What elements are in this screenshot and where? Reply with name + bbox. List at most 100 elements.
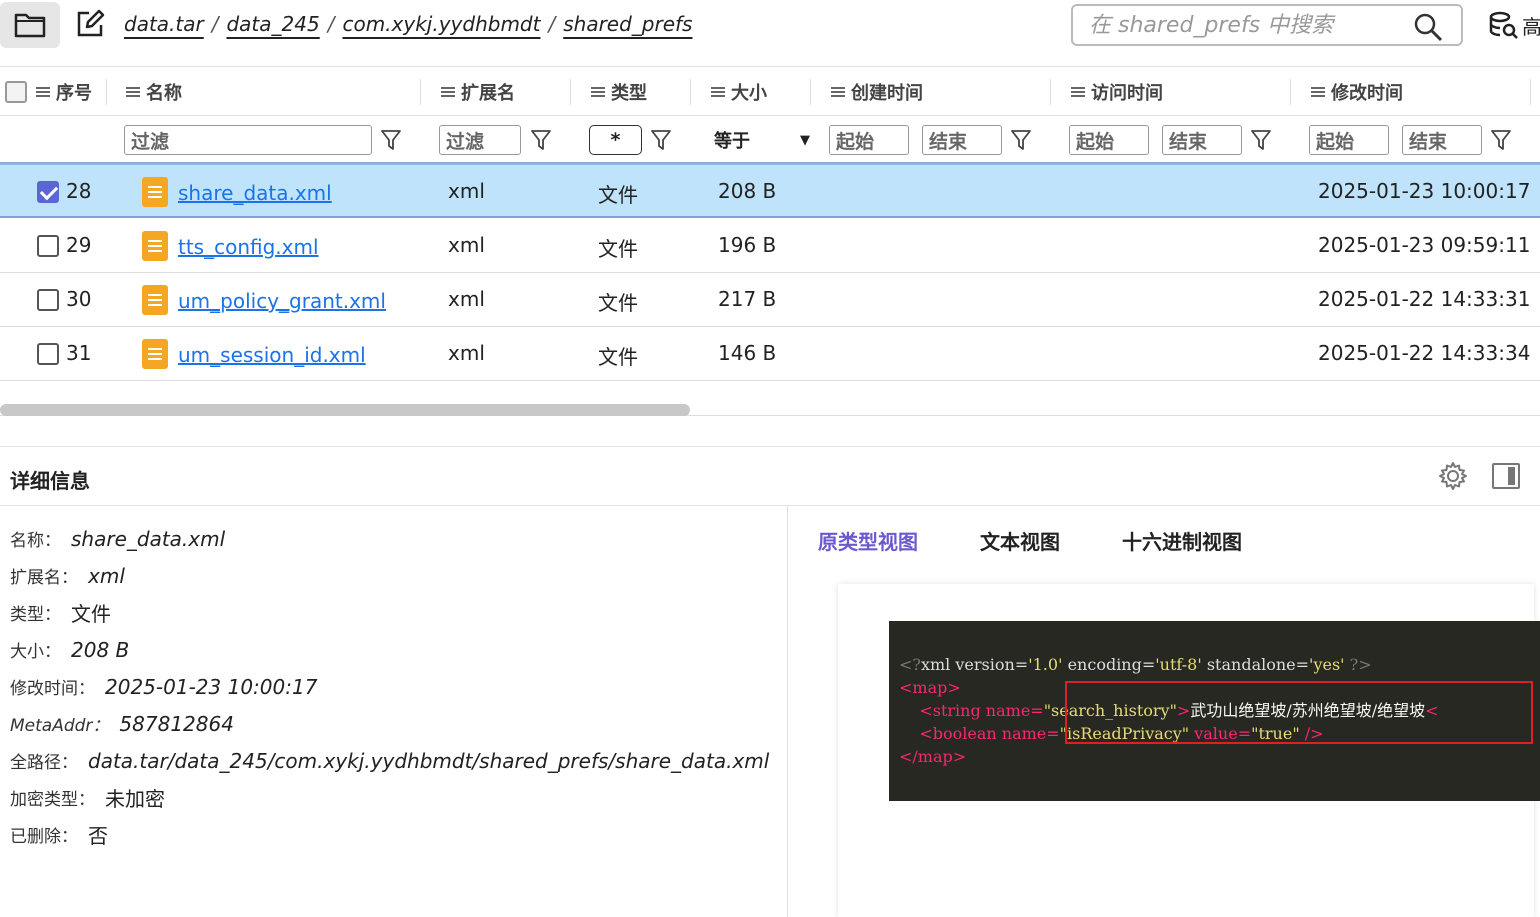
dropdown-arrow-icon: ▼	[800, 132, 810, 148]
tab-hex-view[interactable]: 十六进制视图	[1122, 526, 1242, 555]
column-header-created[interactable]: 创建时间	[831, 67, 923, 117]
toolbar: data.tar / data_245 / com.xykj.yydhbmdt …	[0, 0, 1540, 52]
list-icon	[36, 86, 50, 98]
row-index: 31	[66, 341, 92, 365]
list-icon	[441, 86, 455, 98]
column-header-type[interactable]: 类型	[591, 67, 647, 117]
filter-icon[interactable]	[380, 128, 402, 152]
horizontal-scrollbar[interactable]	[0, 398, 1540, 416]
column-header-modified[interactable]: 修改时间	[1311, 67, 1403, 117]
row-size: 217 B	[718, 287, 777, 311]
tab-text-view[interactable]: 文本视图	[980, 526, 1060, 555]
search-box	[1071, 4, 1463, 46]
breadcrumb-item[interactable]: data.tar	[124, 12, 204, 36]
created-start-input[interactable]: 起始	[829, 125, 909, 155]
name-filter-input[interactable]: 过滤	[124, 125, 372, 155]
column-header-accessed[interactable]: 访问时间	[1071, 67, 1163, 117]
row-checkbox[interactable]	[37, 235, 59, 257]
row-checkbox[interactable]	[37, 289, 59, 311]
column-header-name[interactable]: 名称	[126, 67, 182, 117]
folder-button[interactable]	[0, 2, 60, 48]
row-size: 208 B	[718, 179, 777, 203]
list-icon	[591, 86, 605, 98]
row-modified: 2025-01-22 14:33:34	[1318, 341, 1531, 365]
tab-raw-view[interactable]: 原类型视图	[818, 526, 918, 555]
document-icon	[142, 231, 168, 261]
ext-filter-input[interactable]: 过滤	[439, 125, 521, 155]
row-checkbox[interactable]	[37, 181, 59, 203]
select-all-checkbox[interactable]	[5, 81, 27, 103]
file-name-link[interactable]: tts_config.xml	[178, 235, 319, 259]
breadcrumb: data.tar / data_245 / com.xykj.yydhbmdt …	[124, 12, 693, 36]
breadcrumb-item[interactable]: shared_prefs	[563, 12, 692, 36]
filter-icon[interactable]	[1010, 128, 1032, 152]
property-row: MetaAddr： 587812864	[10, 711, 234, 737]
search-icon[interactable]	[1413, 12, 1443, 42]
filter-icon[interactable]	[650, 128, 672, 152]
table-row[interactable]: 31 um_session_id.xml xml 文件 146 B 2025-0…	[0, 327, 1540, 381]
property-row: 修改时间： 2025-01-23 10:00:17	[10, 674, 318, 700]
table-row[interactable]: 28 share_data.xml xml 文件 208 B 2025-01-2…	[0, 164, 1540, 218]
column-header-ext[interactable]: 扩展名	[441, 67, 515, 117]
property-row: 加密类型： 未加密	[10, 787, 165, 811]
advanced-search-label: 高	[1522, 14, 1540, 39]
row-index: 28	[66, 179, 92, 203]
property-row: 类型： 文件	[10, 602, 111, 626]
type-filter-input[interactable]: *	[589, 125, 642, 155]
table-header: 序号 名称 扩展名 类型 大小 创建时间 访问时间 修改时间	[0, 66, 1540, 116]
row-index: 30	[66, 287, 92, 311]
highlight-box	[1065, 681, 1533, 744]
list-icon	[711, 86, 725, 98]
detail-header: 详细信息	[0, 446, 1540, 506]
accessed-end-input[interactable]: 结束	[1162, 125, 1242, 155]
folder-icon	[14, 13, 46, 38]
row-modified: 2025-01-22 14:33:31	[1318, 287, 1531, 311]
panel-toggle-icon[interactable]	[1492, 463, 1520, 489]
breadcrumb-item[interactable]: com.xykj.yydhbmdt	[342, 12, 540, 36]
file-name-link[interactable]: um_session_id.xml	[178, 343, 366, 367]
row-ext: xml	[448, 287, 485, 311]
row-ext: xml	[448, 341, 485, 365]
filter-icon[interactable]	[530, 128, 552, 152]
document-icon	[142, 285, 168, 315]
column-header-index[interactable]: 序号	[36, 67, 92, 117]
row-type: 文件	[598, 237, 638, 261]
edit-icon[interactable]	[74, 8, 106, 40]
row-index: 29	[66, 233, 92, 257]
file-name-link[interactable]: um_policy_grant.xml	[178, 289, 386, 313]
filter-icon[interactable]	[1490, 128, 1512, 152]
row-ext: xml	[448, 179, 485, 203]
detail-title: 详细信息	[10, 469, 90, 493]
accessed-start-input[interactable]: 起始	[1069, 125, 1149, 155]
row-type: 文件	[598, 345, 638, 369]
row-type: 文件	[598, 291, 638, 315]
document-icon	[142, 339, 168, 369]
row-checkbox[interactable]	[37, 343, 59, 365]
modified-start-input[interactable]: 起始	[1309, 125, 1389, 155]
table-row[interactable]: 29 tts_config.xml xml 文件 196 B 2025-01-2…	[0, 219, 1540, 273]
gear-icon[interactable]	[1438, 461, 1468, 491]
column-header-size[interactable]: 大小	[711, 67, 767, 117]
row-modified: 2025-01-23 09:59:11	[1318, 233, 1531, 257]
row-type: 文件	[598, 183, 638, 207]
property-row: 已删除：否	[10, 824, 108, 848]
list-icon	[126, 86, 140, 98]
list-icon	[831, 86, 845, 98]
file-name-link[interactable]: share_data.xml	[178, 181, 332, 205]
filter-row: 过滤 过滤 * 等于 ▼ 起始 结束 起始 结束 起始 结束	[0, 116, 1540, 164]
table-row[interactable]: 30 um_policy_grant.xml xml 文件 217 B 2025…	[0, 273, 1540, 327]
property-list: 名称： share_data.xml 扩展名： xml 类型： 文件 大小： 208 B…	[10, 520, 769, 853]
modified-end-input[interactable]: 结束	[1402, 125, 1482, 155]
search-input[interactable]	[1089, 12, 1409, 38]
property-row: 全路径： data.tar/data_245/com.xykj.yydhbmdt/…	[10, 748, 770, 774]
advanced-search-button[interactable]: 高	[1488, 10, 1540, 40]
list-icon	[1311, 86, 1325, 98]
row-modified: 2025-01-23 10:00:17	[1318, 179, 1531, 203]
filter-icon[interactable]	[1250, 128, 1272, 152]
row-ext: xml	[448, 233, 485, 257]
created-end-input[interactable]: 结束	[922, 125, 1002, 155]
scrollbar-thumb[interactable]	[0, 404, 690, 416]
size-operator-select[interactable]: 等于 ▼	[714, 125, 810, 155]
database-search-icon	[1489, 11, 1518, 39]
breadcrumb-item[interactable]: data_245	[226, 12, 319, 36]
